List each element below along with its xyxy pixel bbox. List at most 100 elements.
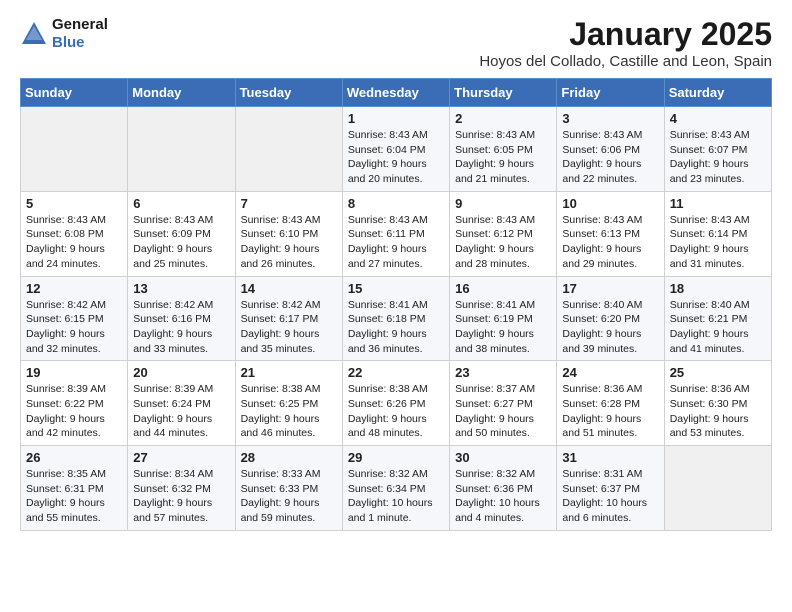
day-cell: 14 Sunrise: 8:42 AM Sunset: 6:17 PM Dayli… [235,276,342,361]
day-info: Sunrise: 8:38 AM Sunset: 6:26 PM Dayligh… [348,382,444,441]
day-cell: 21Sunrise: 8:38 AM Sunset: 6:25 PM Dayli… [235,361,342,446]
day-cell: 6 Sunrise: 8:43 AM Sunset: 6:09 PM Daylig… [128,191,235,276]
day-number: 19 [26,365,122,380]
day-cell: 25Sunrise: 8:36 AM Sunset: 6:30 PM Dayli… [664,361,771,446]
main-title: January 2025 [479,16,772,53]
subtitle: Hoyos del Collado, Castille and Leon, Sp… [479,53,772,70]
day-cell: 8 Sunrise: 8:43 AM Sunset: 6:11 PM Daylig… [342,191,449,276]
day-info: Sunrise: 8:40 AM Sunset: 6:21 PM Dayligh… [670,298,766,357]
week-row-1: 1 Sunrise: 8:43 AM Sunset: 6:04 PM Daylig… [21,107,772,192]
day-number: 14 [241,281,337,296]
day-info: Sunrise: 8:43 AM Sunset: 6:14 PM Dayligh… [670,213,766,272]
week-row-3: 12Sunrise: 8:42 AM Sunset: 6:15 PM Dayli… [21,276,772,361]
day-info: Sunrise: 8:42 AM Sunset: 6:15 PM Dayligh… [26,298,122,357]
day-number: 5 [26,196,122,211]
day-cell [128,107,235,192]
day-number: 15 [348,281,444,296]
day-number: 26 [26,450,122,465]
day-number: 16 [455,281,551,296]
day-cell: 12Sunrise: 8:42 AM Sunset: 6:15 PM Dayli… [21,276,128,361]
day-number: 1 [348,111,444,126]
day-number: 22 [348,365,444,380]
day-info: Sunrise: 8:36 AM Sunset: 6:28 PM Dayligh… [562,382,658,441]
weekday-header-tuesday: Tuesday [235,79,342,107]
day-cell: 17Sunrise: 8:40 AM Sunset: 6:20 PM Dayli… [557,276,664,361]
title-block: January 2025 Hoyos del Collado, Castille… [479,16,772,70]
day-info: Sunrise: 8:43 AM Sunset: 6:08 PM Dayligh… [26,213,122,272]
day-cell [21,107,128,192]
day-info: Sunrise: 8:43 AM Sunset: 6:12 PM Dayligh… [455,213,551,272]
day-info: Sunrise: 8:43 AM Sunset: 6:06 PM Dayligh… [562,128,658,187]
weekday-header-wednesday: Wednesday [342,79,449,107]
day-info: Sunrise: 8:41 AM Sunset: 6:18 PM Dayligh… [348,298,444,357]
day-cell [235,107,342,192]
day-cell: 16 Sunrise: 8:41 AM Sunset: 6:19 PM Dayli… [450,276,557,361]
day-number: 4 [670,111,766,126]
day-info: Sunrise: 8:34 AM Sunset: 6:32 PM Dayligh… [133,467,229,526]
day-number: 13 [133,281,229,296]
day-info: Sunrise: 8:32 AM Sunset: 6:36 PM Dayligh… [455,467,551,526]
day-info: Sunrise: 8:37 AM Sunset: 6:27 PM Dayligh… [455,382,551,441]
day-cell: 22 Sunrise: 8:38 AM Sunset: 6:26 PM Dayli… [342,361,449,446]
day-cell: 13 Sunrise: 8:42 AM Sunset: 6:16 PM Dayli… [128,276,235,361]
day-number: 27 [133,450,229,465]
day-cell: 30 Sunrise: 8:32 AM Sunset: 6:36 PM Dayli… [450,446,557,531]
day-info: Sunrise: 8:35 AM Sunset: 6:31 PM Dayligh… [26,467,122,526]
day-cell: 31 Sunrise: 8:31 AM Sunset: 6:37 PM Dayli… [557,446,664,531]
weekday-header-row: SundayMondayTuesdayWednesdayThursdayFrid… [21,79,772,107]
day-cell: 26 Sunrise: 8:35 AM Sunset: 6:31 PM Dayli… [21,446,128,531]
day-info: Sunrise: 8:43 AM Sunset: 6:10 PM Dayligh… [241,213,337,272]
day-number: 25 [670,365,766,380]
day-cell: 5 Sunrise: 8:43 AM Sunset: 6:08 PM Daylig… [21,191,128,276]
day-number: 10 [562,196,658,211]
day-info: Sunrise: 8:33 AM Sunset: 6:33 PM Dayligh… [241,467,337,526]
logo-icon [20,20,48,48]
day-number: 30 [455,450,551,465]
day-info: Sunrise: 8:32 AM Sunset: 6:34 PM Dayligh… [348,467,444,526]
calendar-table: SundayMondayTuesdayWednesdayThursdayFrid… [20,78,772,531]
day-number: 20 [133,365,229,380]
day-number: 31 [562,450,658,465]
day-info: Sunrise: 8:39 AM Sunset: 6:22 PM Dayligh… [26,382,122,441]
day-info: Sunrise: 8:40 AM Sunset: 6:20 PM Dayligh… [562,298,658,357]
day-number: 3 [562,111,658,126]
day-number: 6 [133,196,229,211]
day-info: Sunrise: 8:41 AM Sunset: 6:19 PM Dayligh… [455,298,551,357]
logo: General Blue [20,16,108,52]
day-cell: 2Sunrise: 8:43 AM Sunset: 6:05 PM Daylig… [450,107,557,192]
day-info: Sunrise: 8:31 AM Sunset: 6:37 PM Dayligh… [562,467,658,526]
week-row-2: 5 Sunrise: 8:43 AM Sunset: 6:08 PM Daylig… [21,191,772,276]
day-cell: 18Sunrise: 8:40 AM Sunset: 6:21 PM Dayli… [664,276,771,361]
day-number: 8 [348,196,444,211]
day-number: 9 [455,196,551,211]
day-cell: 10 Sunrise: 8:43 AM Sunset: 6:13 PM Dayli… [557,191,664,276]
weekday-header-sunday: Sunday [21,79,128,107]
day-cell: 7 Sunrise: 8:43 AM Sunset: 6:10 PM Daylig… [235,191,342,276]
day-info: Sunrise: 8:43 AM Sunset: 6:09 PM Dayligh… [133,213,229,272]
weekday-header-saturday: Saturday [664,79,771,107]
week-row-5: 26 Sunrise: 8:35 AM Sunset: 6:31 PM Dayli… [21,446,772,531]
weekday-header-friday: Friday [557,79,664,107]
day-info: Sunrise: 8:42 AM Sunset: 6:16 PM Dayligh… [133,298,229,357]
day-info: Sunrise: 8:43 AM Sunset: 6:04 PM Dayligh… [348,128,444,187]
day-cell: 1 Sunrise: 8:43 AM Sunset: 6:04 PM Daylig… [342,107,449,192]
day-cell: 20 Sunrise: 8:39 AM Sunset: 6:24 PM Dayli… [128,361,235,446]
day-number: 2 [455,111,551,126]
day-number: 23 [455,365,551,380]
day-number: 7 [241,196,337,211]
day-cell: 29 Sunrise: 8:32 AM Sunset: 6:34 PM Dayli… [342,446,449,531]
day-cell [664,446,771,531]
day-cell: 24Sunrise: 8:36 AM Sunset: 6:28 PM Dayli… [557,361,664,446]
day-number: 29 [348,450,444,465]
day-info: Sunrise: 8:43 AM Sunset: 6:13 PM Dayligh… [562,213,658,272]
day-cell: 3 Sunrise: 8:43 AM Sunset: 6:06 PM Daylig… [557,107,664,192]
day-info: Sunrise: 8:43 AM Sunset: 6:11 PM Dayligh… [348,213,444,272]
page-header: General Blue January 2025 Hoyos del Coll… [20,16,772,70]
day-cell: 23 Sunrise: 8:37 AM Sunset: 6:27 PM Dayli… [450,361,557,446]
day-info: Sunrise: 8:43 AM Sunset: 6:07 PM Dayligh… [670,128,766,187]
day-info: Sunrise: 8:42 AM Sunset: 6:17 PM Dayligh… [241,298,337,357]
day-info: Sunrise: 8:39 AM Sunset: 6:24 PM Dayligh… [133,382,229,441]
week-row-4: 19 Sunrise: 8:39 AM Sunset: 6:22 PM Dayli… [21,361,772,446]
day-info: Sunrise: 8:38 AM Sunset: 6:25 PM Dayligh… [241,382,337,441]
calendar-page: General Blue January 2025 Hoyos del Coll… [0,0,792,551]
